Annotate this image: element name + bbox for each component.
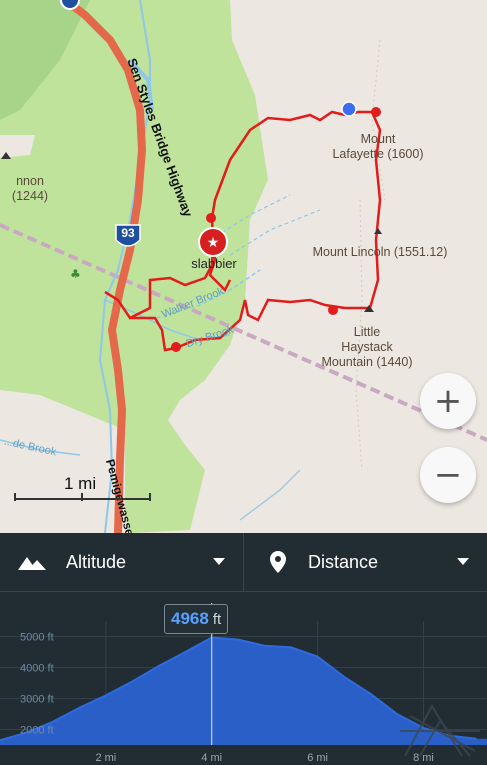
x-tick-label: 2 mi — [95, 752, 116, 764]
elevation-panel: Altitude Distance 5000 ft 4000 ft 3000 ft 2… — [0, 533, 487, 765]
minus-icon: − — [433, 455, 463, 495]
current-location-icon — [341, 101, 357, 117]
logo-watermark — [400, 703, 480, 757]
mountains-icon — [18, 557, 46, 570]
distance-dropdown[interactable]: Distance — [243, 533, 487, 591]
altitude-value-badge: 4968 ft — [164, 604, 229, 634]
location-marker-icon[interactable] — [60, 0, 80, 10]
svg-text:★: ★ — [207, 235, 220, 251]
x-axis-labels: 2 mi 4 mi 6 mi 8 mi — [95, 752, 433, 764]
elevation-toolbar: Altitude Distance — [0, 533, 487, 592]
altitude-label: Altitude — [66, 551, 127, 572]
scale-bar: 1 mi — [14, 474, 154, 504]
tree-icon: ♣ — [70, 267, 81, 281]
marker-label: slabbier — [191, 256, 237, 271]
zoom-out-button[interactable]: − — [420, 447, 476, 503]
map-view[interactable]: ★ ♣ 93 Sen Styles Bridge Highway Pemigew… — [0, 0, 487, 533]
chevron-down-icon — [457, 558, 469, 565]
x-tick-label: 8 mi — [413, 752, 434, 764]
distance-label: Distance — [308, 551, 379, 572]
y-tick-label: 2000 ft — [20, 725, 54, 737]
y-tick-label: 4000 ft — [20, 663, 54, 675]
chevron-down-icon — [213, 558, 225, 565]
altitude-unit: ft — [212, 610, 222, 628]
peak-icon — [374, 228, 382, 234]
y-tick-label: 3000 ft — [20, 694, 54, 706]
x-tick-label: 6 mi — [307, 752, 328, 764]
place-label-lafayette: Mount Lafayette (1600) — [332, 132, 424, 161]
place-label-little-haystack: Little Haystack Mountain (1440) — [321, 325, 413, 369]
scale-label: 1 mi — [64, 474, 97, 493]
y-tick-label: 5000 ft — [20, 632, 54, 644]
x-tick-label: 4 mi — [201, 752, 222, 764]
altitude-value: 4968 — [171, 609, 209, 628]
waypoint-dot[interactable] — [206, 213, 216, 223]
waypoint-dot[interactable] — [328, 305, 338, 315]
place-label-lincoln: Mount Lincoln (1551.12) — [312, 245, 448, 259]
location-pin-icon — [270, 551, 286, 573]
y-axis-labels: 5000 ft 4000 ft 3000 ft 2000 ft — [20, 632, 54, 737]
zoom-in-button[interactable]: + — [420, 373, 476, 429]
altitude-chart[interactable]: 5000 ft 4000 ft 3000 ft 2000 ft 2 mi 4 mi 6 m… — [0, 591, 487, 765]
interstate-number: 93 — [121, 226, 135, 240]
waypoint-dot[interactable] — [371, 107, 381, 117]
altitude-dropdown[interactable]: Altitude — [0, 533, 243, 591]
altitude-area — [0, 637, 487, 745]
plus-icon: + — [433, 381, 463, 421]
place-label-cannon: nnon (1244) — [11, 174, 49, 203]
